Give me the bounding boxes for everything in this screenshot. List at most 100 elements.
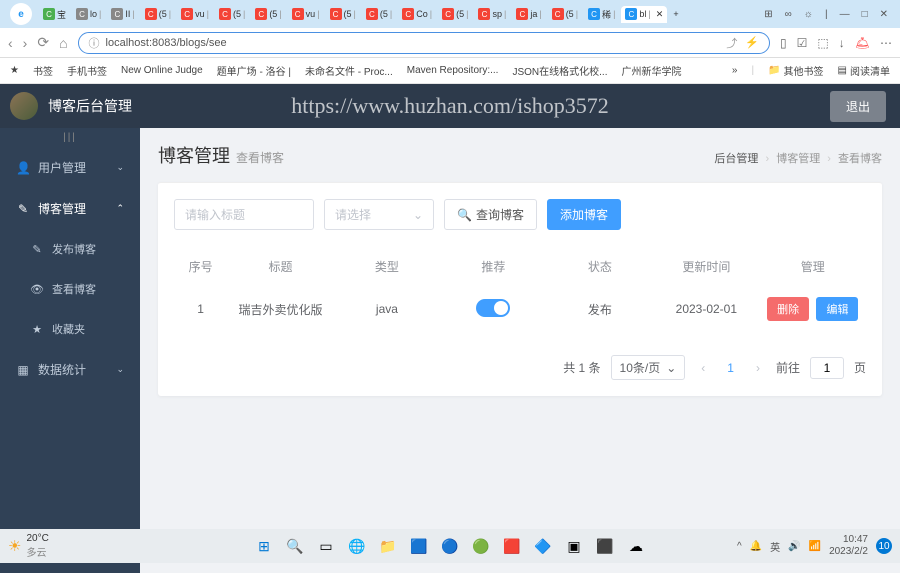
edit-button[interactable]: 编辑 bbox=[816, 297, 858, 321]
sidebar-item[interactable]: 👁查看博客 bbox=[0, 269, 140, 309]
app-icon-2[interactable]: 🟥 bbox=[500, 534, 524, 558]
search-type-select[interactable]: 请选择 ⌄ bbox=[324, 199, 434, 230]
search-task-icon[interactable]: 🔍 bbox=[283, 534, 307, 558]
bookmark-item[interactable]: 未命名文件 - Proc... bbox=[305, 63, 393, 78]
nav-back-icon[interactable]: ‹ bbox=[8, 35, 13, 51]
bookmark-other[interactable]: 📁 其他书签 bbox=[768, 63, 823, 78]
menu-icon[interactable]: ⋯ bbox=[880, 36, 892, 50]
new-tab-button[interactable]: + bbox=[669, 7, 682, 21]
delete-button[interactable]: 删除 bbox=[767, 297, 809, 321]
ext-icon-1[interactable]: ▯ bbox=[780, 36, 787, 50]
browser-tab[interactable]: C宝 bbox=[39, 6, 70, 23]
tab-close-icon[interactable]: ✕ bbox=[656, 9, 664, 20]
browser-tab[interactable]: C(5| bbox=[326, 6, 360, 23]
browser-tab[interactable]: C(5| bbox=[438, 6, 472, 23]
browser-tab[interactable]: Cja| bbox=[512, 6, 545, 23]
browser-tab[interactable]: Clo| bbox=[72, 6, 105, 23]
bookmark-item[interactable]: New Online Judge bbox=[121, 63, 203, 78]
watermark-text: https://www.huzhan.com/ishop3572 bbox=[291, 93, 609, 119]
explorer-icon[interactable]: 📁 bbox=[376, 534, 400, 558]
page-size-select[interactable]: 10条/页 ⌄ bbox=[611, 355, 686, 380]
table-header: 更新时间 bbox=[653, 258, 759, 275]
tab-favicon-icon: C bbox=[366, 8, 378, 20]
bookmark-item[interactable]: Maven Repository:... bbox=[407, 63, 499, 78]
nav-home-icon[interactable]: ⌂ bbox=[59, 35, 67, 51]
browser-tab[interactable]: Cbl|✕ bbox=[621, 6, 667, 23]
app-icon-5[interactable]: ☁ bbox=[624, 534, 648, 558]
browser-tab[interactable]: C(5| bbox=[362, 6, 396, 23]
sidebar-collapse-icon[interactable]: ||| bbox=[0, 128, 140, 147]
window-ext2-icon[interactable]: ∞ bbox=[785, 9, 792, 20]
window-maximize-icon[interactable]: □ bbox=[862, 9, 868, 20]
tab-favicon-icon: C bbox=[552, 8, 564, 20]
browser-tab[interactable]: C(5| bbox=[141, 6, 175, 23]
cell-title: 瑞吉外卖优化版 bbox=[227, 301, 333, 318]
start-icon[interactable]: ⊞ bbox=[252, 534, 276, 558]
bookmarks-overflow-icon[interactable]: » bbox=[732, 65, 738, 76]
tray-ime-icon[interactable]: 英 bbox=[770, 539, 780, 554]
tray-volume-icon[interactable]: 📶 bbox=[809, 541, 821, 552]
nav-forward-icon[interactable]: › bbox=[23, 35, 28, 51]
taskview-icon[interactable]: ▭ bbox=[314, 534, 338, 558]
browser-tab[interactable]: C(5| bbox=[215, 6, 249, 23]
browser-tab[interactable]: C稀| bbox=[584, 6, 619, 23]
notif-icon[interactable]: 🛎 bbox=[855, 36, 870, 50]
flash-icon[interactable]: ⚡ bbox=[745, 36, 759, 49]
window-minimize-icon[interactable]: — bbox=[840, 9, 850, 20]
bookmark-reading[interactable]: ▤ 阅读清单 bbox=[838, 63, 890, 78]
ext-icon-2[interactable]: ☑ bbox=[797, 36, 808, 50]
bookmark-item[interactable]: 书签 bbox=[33, 63, 53, 78]
share-icon[interactable]: ⤴ bbox=[726, 35, 737, 51]
avatar[interactable] bbox=[10, 92, 38, 120]
breadcrumb: 后台管理 › 博客管理 › 查看博客 bbox=[714, 150, 882, 166]
window-close-icon[interactable]: ✕ bbox=[880, 9, 888, 20]
page-goto-label: 前往 bbox=[776, 359, 800, 376]
wechat-icon[interactable]: 🟢 bbox=[469, 534, 493, 558]
browser-tab[interactable]: CCo| bbox=[398, 6, 436, 23]
url-input[interactable]: ⓘ localhost:8083/blogs/see ⤴ ⚡ bbox=[78, 32, 771, 54]
sidebar-item[interactable]: ✎发布博客 bbox=[0, 229, 140, 269]
bookmark-item[interactable]: 广州新华学院 bbox=[621, 63, 681, 78]
browser-tab[interactable]: Cvu| bbox=[177, 6, 213, 23]
page-next-icon[interactable]: › bbox=[750, 361, 766, 375]
browser-tab[interactable]: C(5| bbox=[251, 6, 285, 23]
bookmark-item[interactable]: 题单广场 - 洛谷 | bbox=[217, 63, 291, 78]
sidebar-item[interactable]: ▦数据统计⌄ bbox=[0, 349, 140, 390]
terminal-icon[interactable]: ⬛ bbox=[593, 534, 617, 558]
window-ext3-icon[interactable]: ☼ bbox=[804, 9, 813, 20]
edge-icon[interactable]: 🌐 bbox=[345, 534, 369, 558]
add-blog-button[interactable]: 添加博客 bbox=[547, 199, 621, 230]
browser-tab[interactable]: Cvu| bbox=[288, 6, 324, 23]
bookmarks-toggle-icon[interactable]: ★ bbox=[10, 65, 19, 76]
ext-icon-3[interactable]: ⬚ bbox=[817, 36, 828, 50]
clock[interactable]: 10:47 2023/2/2 bbox=[829, 534, 868, 558]
tray-notif-icon[interactable]: 🔔 bbox=[750, 541, 762, 552]
tray-wifi-icon[interactable]: 🔊 bbox=[788, 541, 800, 552]
browser-tab[interactable]: Csp| bbox=[474, 6, 510, 23]
recommend-toggle[interactable] bbox=[476, 299, 510, 317]
sidebar-item[interactable]: 👤用户管理⌄ bbox=[0, 147, 140, 188]
search-button[interactable]: 🔍 查询博客 bbox=[444, 199, 537, 230]
sidebar-item[interactable]: ★收藏夹 bbox=[0, 309, 140, 349]
window-ext1-icon[interactable]: ⊞ bbox=[764, 9, 772, 20]
page-goto-input[interactable] bbox=[810, 357, 844, 379]
app-icon-4[interactable]: ▣ bbox=[562, 534, 586, 558]
browser-tab[interactable]: CII| bbox=[107, 6, 138, 23]
tray-expand-icon[interactable]: ^ bbox=[737, 541, 742, 552]
bookmark-item[interactable]: JSON在线格式化校... bbox=[512, 63, 607, 78]
sidebar-item[interactable]: ✎博客管理⌃ bbox=[0, 188, 140, 229]
app-icon-3[interactable]: 🔷 bbox=[531, 534, 555, 558]
tab-favicon-icon: C bbox=[516, 8, 528, 20]
ext-icon-4[interactable]: ↓ bbox=[839, 36, 845, 50]
weather-widget[interactable]: ☀ 20°C 多云 bbox=[8, 533, 49, 559]
browser-tab[interactable]: C(5| bbox=[548, 6, 582, 23]
page-number[interactable]: 1 bbox=[721, 361, 740, 375]
page-prev-icon[interactable]: ‹ bbox=[695, 361, 711, 375]
bookmark-item[interactable]: 手机书签 bbox=[67, 63, 107, 78]
nav-reload-icon[interactable]: ⟳ bbox=[37, 34, 49, 51]
search-title-input[interactable] bbox=[174, 199, 314, 230]
app-icon-1[interactable]: 🟦 bbox=[407, 534, 431, 558]
tray-badge-icon[interactable]: 10 bbox=[876, 538, 892, 554]
logout-button[interactable]: 退出 bbox=[830, 91, 886, 122]
browser-task-icon[interactable]: 🔵 bbox=[438, 534, 462, 558]
